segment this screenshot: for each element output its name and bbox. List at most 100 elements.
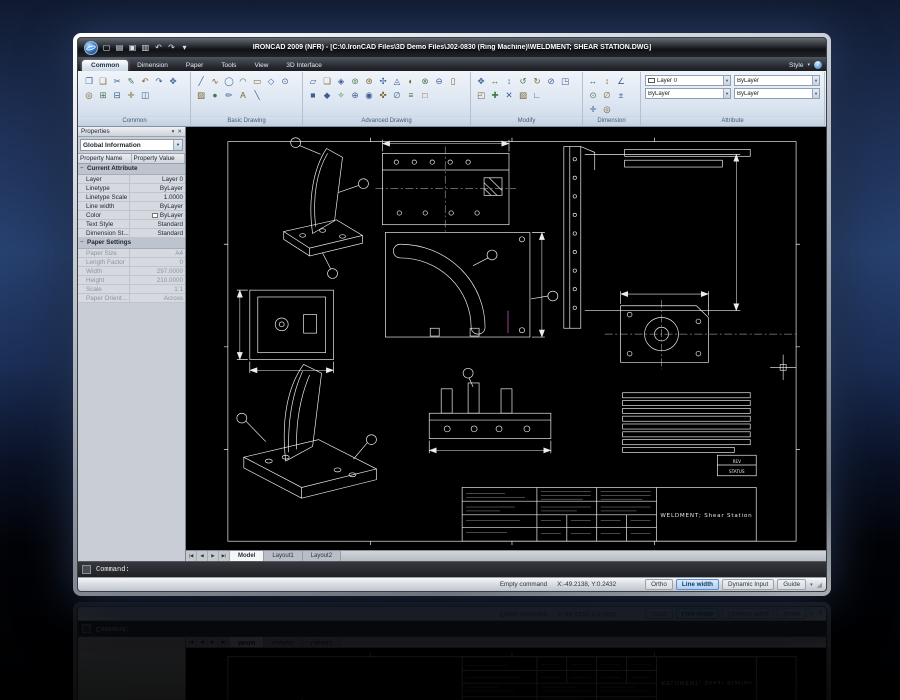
advanced-tool-icon[interactable]: ◐ (404, 74, 418, 88)
sheet-tab[interactable]: Layout2 (302, 551, 342, 561)
modify-tool-icon[interactable]: ✥ (474, 74, 488, 88)
property-row[interactable]: Dimension St... Standard (78, 229, 185, 238)
draw-tool-icon[interactable]: ● (208, 88, 222, 102)
advanced-tool-icon[interactable]: ✣ (376, 74, 390, 88)
style-menu[interactable]: Style (789, 62, 803, 69)
modify-tool-icon[interactable]: ∟ (530, 88, 544, 102)
close-icon[interactable]: ✕ (177, 129, 182, 135)
draw-tool-icon[interactable]: ⊙ (278, 74, 292, 88)
ribbon-tab[interactable]: Tools (212, 60, 245, 71)
modify-tool-icon[interactable]: ↔ (488, 74, 502, 88)
modify-tool-icon[interactable]: ↻ (530, 74, 544, 88)
common-tool-icon[interactable]: ◫ (138, 88, 152, 102)
advanced-tool-icon[interactable]: ⊚ (348, 74, 362, 88)
chevron-down-icon[interactable]: ▾ (812, 89, 819, 98)
section-current-attribute[interactable]: − Current Attribute (78, 164, 185, 175)
first-sheet-icon[interactable]: |◀ (186, 551, 197, 561)
draw-tool-icon[interactable]: ╱ (194, 74, 208, 88)
ribbon-tab[interactable]: View (245, 60, 277, 71)
chevron-down-icon[interactable]: ▾ (723, 89, 730, 98)
common-tool-icon[interactable]: ↶ (138, 74, 152, 88)
advanced-tool-icon[interactable]: ❏ (320, 74, 334, 88)
property-row[interactable]: Text Style Standard (78, 220, 185, 229)
advanced-tool-icon[interactable]: ■ (306, 88, 320, 102)
ribbon-tab[interactable]: Paper (177, 60, 212, 71)
open-file-icon[interactable]: ▤ (114, 42, 125, 54)
modify-tool-icon[interactable]: ▧ (516, 88, 530, 102)
advanced-tool-icon[interactable]: ◈ (334, 74, 348, 88)
draw-tool-icon[interactable]: ◠ (236, 74, 250, 88)
last-sheet-icon[interactable]: ▶| (219, 551, 230, 561)
dimension-tool-icon[interactable]: ↔ (586, 74, 600, 88)
modify-tool-icon[interactable]: ◰ (474, 88, 488, 102)
property-row[interactable]: Linetype Scale 1.0000 (78, 193, 185, 202)
advanced-tool-icon[interactable]: ✜ (376, 88, 390, 102)
common-tool-icon[interactable]: ⊞ (96, 88, 110, 102)
advanced-tool-icon[interactable]: ▱ (306, 74, 320, 88)
status-toggle[interactable]: Line width (675, 579, 720, 590)
modify-tool-icon[interactable]: ✕ (502, 88, 516, 102)
common-tool-icon[interactable]: ✂ (110, 74, 124, 88)
dimension-tool-icon[interactable]: ✛ (586, 102, 600, 116)
attribute-combo[interactable]: Layer 0 ▾ (645, 75, 731, 86)
property-row[interactable]: Line width ByLayer (78, 202, 185, 211)
next-sheet-icon[interactable]: ▶ (208, 551, 219, 561)
common-tool-icon[interactable]: ❑ (96, 74, 110, 88)
chevron-down-icon[interactable]: ▾ (807, 62, 810, 68)
advanced-tool-icon[interactable]: ⊛ (362, 74, 376, 88)
global-information-dropdown[interactable]: Global Information ▾ (80, 139, 183, 151)
help-icon[interactable]: ? (814, 61, 822, 69)
status-toggle[interactable]: Guide (777, 579, 807, 590)
attribute-combo[interactable]: ByLayer ▾ (645, 88, 731, 99)
common-tool-icon[interactable]: ⊟ (110, 88, 124, 102)
advanced-tool-icon[interactable]: ✧ (334, 88, 348, 102)
undo-icon[interactable]: ↶ (153, 42, 164, 54)
property-row[interactable]: Color ByLayer (78, 211, 185, 220)
property-row[interactable]: Layer Layer 0 (78, 175, 185, 184)
chevron-down-icon[interactable]: ▾ (810, 582, 813, 588)
modify-tool-icon[interactable]: ◳ (558, 74, 572, 88)
dimension-tool-icon[interactable]: ↕ (600, 74, 614, 88)
ribbon-tab[interactable]: Common (82, 60, 129, 71)
advanced-tool-icon[interactable]: □ (418, 88, 432, 102)
modify-tool-icon[interactable]: ⊘ (544, 74, 558, 88)
draw-tool-icon[interactable]: ▨ (194, 88, 208, 102)
advanced-tool-icon[interactable]: ≡ (404, 88, 418, 102)
drawing-canvas[interactable]: REV STATUS WELDMENT; Shear Station (186, 127, 826, 550)
common-tool-icon[interactable]: ◎ (82, 88, 96, 102)
common-tool-icon[interactable]: ✥ (166, 74, 180, 88)
sheet-tab[interactable]: Layout1 (264, 551, 303, 561)
dimension-tool-icon[interactable]: ∅ (600, 88, 614, 102)
draw-tool-icon[interactable]: ▭ (250, 74, 264, 88)
redo-icon[interactable]: ↷ (166, 42, 177, 54)
modify-tool-icon[interactable]: ↺ (516, 74, 530, 88)
draw-tool-icon[interactable]: ✏ (222, 88, 236, 102)
advanced-tool-icon[interactable]: ▯ (446, 74, 460, 88)
dimension-tool-icon[interactable]: ∠ (614, 74, 628, 88)
title-bar[interactable]: IRONCAD 2009 (NFR) - [C:\0.IronCAD Files… (78, 38, 826, 57)
pin-icon[interactable]: ▾ (172, 129, 175, 135)
advanced-tool-icon[interactable]: ◬ (390, 74, 404, 88)
draw-tool-icon[interactable]: ◇ (264, 74, 278, 88)
draw-tool-icon[interactable]: ◯ (222, 74, 236, 88)
prev-sheet-icon[interactable]: ◀ (197, 551, 208, 561)
property-row[interactable]: Linetype ByLayer (78, 184, 185, 193)
draw-tool-icon[interactable]: ╲ (250, 88, 264, 102)
ribbon-tab[interactable]: 3D Interface (277, 60, 330, 71)
resize-grip-icon[interactable]: ◢ (817, 581, 822, 589)
chevron-down-icon[interactable]: ▾ (723, 76, 730, 85)
advanced-tool-icon[interactable]: ◉ (362, 88, 376, 102)
advanced-tool-icon[interactable]: ⊖ (432, 74, 446, 88)
advanced-tool-icon[interactable]: ∅ (390, 88, 404, 102)
common-tool-icon[interactable]: ❐ (82, 74, 96, 88)
ribbon-tab[interactable]: Dimension (128, 60, 177, 71)
attribute-combo[interactable]: ByLayer ▾ (734, 75, 820, 86)
chevron-down-icon[interactable]: ▾ (812, 76, 819, 85)
ironcad-logo-icon[interactable] (84, 40, 98, 55)
draw-tool-icon[interactable]: ∿ (208, 74, 222, 88)
qat-menu-icon[interactable]: ▾ (179, 42, 190, 54)
dimension-tool-icon[interactable]: ⊙ (586, 88, 600, 102)
common-tool-icon[interactable]: ↷ (152, 74, 166, 88)
attribute-combo[interactable]: ByLayer ▾ (734, 88, 820, 99)
save-icon[interactable]: ▣ (127, 42, 138, 54)
